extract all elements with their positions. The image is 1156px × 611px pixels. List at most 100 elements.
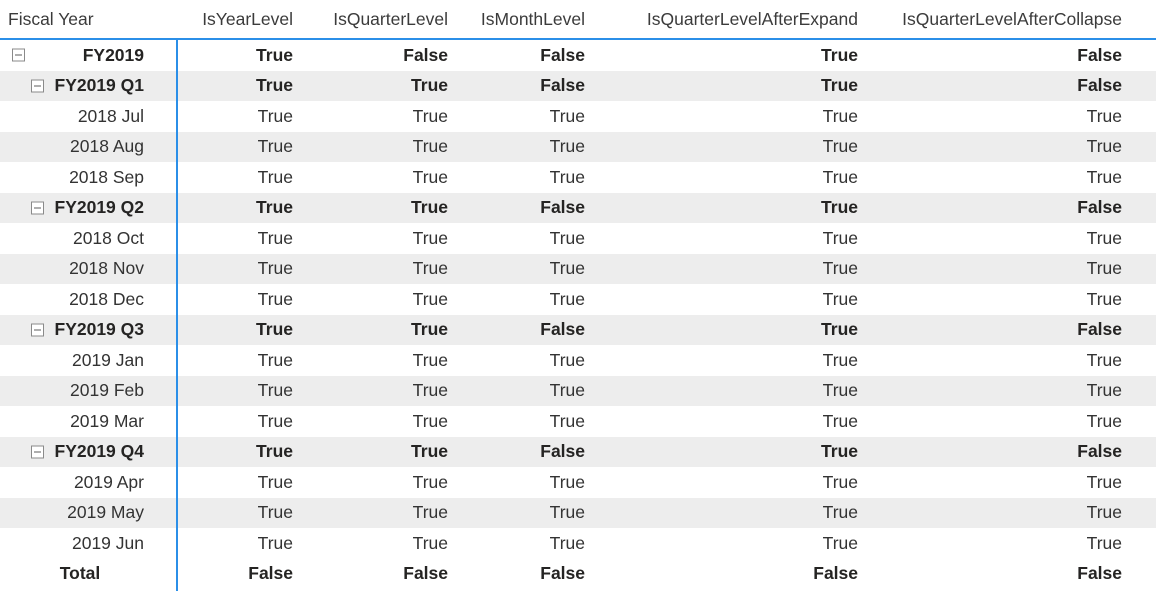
cell-is-quarter-level[interactable]: True [293,380,448,401]
column-header-is-quarter-level-after-expand[interactable]: IsQuarterLevelAfterExpand [585,9,858,30]
cell-is-year-level[interactable]: True [160,228,293,249]
cell-is-month-level[interactable]: True [448,167,585,188]
cell-is-month-level[interactable]: False [448,441,585,462]
cell-is-quarter-level[interactable]: True [293,228,448,249]
cell-is-quarter-level-after-expand[interactable]: True [585,411,858,432]
cell-is-month-level[interactable]: False [448,45,585,66]
cell-is-quarter-level-after-expand[interactable]: True [585,197,858,218]
cell-is-quarter-level-after-collapse[interactable]: True [858,289,1138,310]
row-header-cell[interactable]: FY2019 Q4 [0,441,160,462]
row-header-cell[interactable]: 2019 May [0,502,160,523]
cell-is-month-level[interactable]: False [448,563,585,584]
cell-is-month-level[interactable]: True [448,380,585,401]
cell-is-quarter-level[interactable]: False [293,45,448,66]
cell-is-month-level[interactable]: True [448,106,585,127]
cell-is-quarter-level-after-expand[interactable]: True [585,441,858,462]
row-header-cell[interactable]: 2019 Jan [0,350,160,371]
cell-is-quarter-level-after-expand[interactable]: True [585,258,858,279]
cell-is-quarter-level-after-collapse[interactable]: True [858,350,1138,371]
cell-is-quarter-level-after-collapse[interactable]: True [858,258,1138,279]
cell-is-month-level[interactable]: True [448,350,585,371]
table-row[interactable]: 2019 FebTrueTrueTrueTrueTrue [0,376,1156,407]
cell-is-month-level[interactable]: True [448,136,585,157]
cell-is-year-level[interactable]: True [160,197,293,218]
cell-is-year-level[interactable]: True [160,167,293,188]
column-header-is-month-level[interactable]: IsMonthLevel [448,9,585,30]
cell-is-quarter-level[interactable]: True [293,289,448,310]
cell-is-year-level[interactable]: True [160,45,293,66]
row-header-cell[interactable]: 2019 Mar [0,411,160,432]
cell-is-year-level[interactable]: True [160,380,293,401]
table-row[interactable]: FY2019 Q1TrueTrueFalseTrueFalse [0,71,1156,102]
cell-is-quarter-level-after-collapse[interactable]: False [858,319,1138,340]
cell-is-year-level[interactable]: True [160,533,293,554]
row-header-cell[interactable]: 2018 Dec [0,289,160,310]
cell-is-quarter-level[interactable]: True [293,441,448,462]
row-header-cell[interactable]: FY2019 Q3 [0,319,160,340]
cell-is-quarter-level-after-collapse[interactable]: True [858,380,1138,401]
table-row[interactable]: 2018 JulTrueTrueTrueTrueTrue [0,101,1156,132]
table-row[interactable]: 2019 MarTrueTrueTrueTrueTrue [0,406,1156,437]
cell-is-quarter-level-after-collapse[interactable]: False [858,441,1138,462]
cell-is-year-level[interactable]: True [160,502,293,523]
row-header-cell[interactable]: 2018 Oct [0,228,160,249]
cell-is-quarter-level[interactable]: True [293,167,448,188]
row-header-cell[interactable]: 2019 Apr [0,472,160,493]
column-header-is-quarter-level[interactable]: IsQuarterLevel [293,9,448,30]
cell-is-quarter-level-after-expand[interactable]: True [585,533,858,554]
cell-is-quarter-level-after-expand[interactable]: True [585,45,858,66]
cell-is-month-level[interactable]: True [448,411,585,432]
cell-is-quarter-level[interactable]: True [293,258,448,279]
table-row[interactable]: FY2019 Q3TrueTrueFalseTrueFalse [0,315,1156,346]
cell-is-year-level[interactable]: True [160,441,293,462]
row-header-cell[interactable]: 2018 Aug [0,136,160,157]
row-header-cell[interactable]: FY2019 Q2 [0,197,160,218]
row-header-cell[interactable]: 2018 Nov [0,258,160,279]
table-row[interactable]: FY2019TrueFalseFalseTrueFalse [0,40,1156,71]
cell-is-quarter-level-after-expand[interactable]: True [585,350,858,371]
cell-is-quarter-level-after-collapse[interactable]: True [858,472,1138,493]
cell-is-quarter-level-after-expand[interactable]: True [585,502,858,523]
cell-is-quarter-level-after-collapse[interactable]: True [858,136,1138,157]
cell-is-quarter-level[interactable]: True [293,350,448,371]
minus-box-icon[interactable] [12,49,25,62]
cell-is-quarter-level[interactable]: True [293,106,448,127]
cell-is-quarter-level-after-expand[interactable]: False [585,563,858,584]
cell-is-year-level[interactable]: True [160,411,293,432]
cell-is-year-level[interactable]: True [160,136,293,157]
cell-is-quarter-level-after-collapse[interactable]: False [858,563,1138,584]
minus-box-icon[interactable] [31,445,44,458]
cell-is-year-level[interactable]: False [160,563,293,584]
table-row[interactable]: 2019 JanTrueTrueTrueTrueTrue [0,345,1156,376]
cell-is-quarter-level[interactable]: True [293,502,448,523]
minus-box-icon[interactable] [31,323,44,336]
cell-is-quarter-level[interactable]: True [293,75,448,96]
cell-is-month-level[interactable]: False [448,75,585,96]
cell-is-month-level[interactable]: True [448,533,585,554]
cell-is-month-level[interactable]: True [448,502,585,523]
cell-is-quarter-level-after-expand[interactable]: True [585,289,858,310]
column-header-is-year-level[interactable]: IsYearLevel [160,9,293,30]
cell-is-quarter-level-after-collapse[interactable]: True [858,228,1138,249]
cell-is-year-level[interactable]: True [160,472,293,493]
cell-is-year-level[interactable]: True [160,75,293,96]
minus-box-icon[interactable] [31,79,44,92]
column-header-is-quarter-level-after-collapse[interactable]: IsQuarterLevelAfterCollapse [858,9,1138,30]
table-row[interactable]: 2018 OctTrueTrueTrueTrueTrue [0,223,1156,254]
cell-is-quarter-level-after-collapse[interactable]: False [858,197,1138,218]
row-header-cell[interactable]: FY2019 [0,45,160,66]
cell-is-quarter-level[interactable]: True [293,197,448,218]
cell-is-month-level[interactable]: True [448,472,585,493]
table-row[interactable]: 2019 AprTrueTrueTrueTrueTrue [0,467,1156,498]
table-row[interactable]: 2018 AugTrueTrueTrueTrueTrue [0,132,1156,163]
cell-is-year-level[interactable]: True [160,319,293,340]
cell-is-year-level[interactable]: True [160,106,293,127]
cell-is-year-level[interactable]: True [160,289,293,310]
cell-is-quarter-level-after-collapse[interactable]: True [858,533,1138,554]
cell-is-quarter-level-after-expand[interactable]: True [585,106,858,127]
cell-is-quarter-level-after-collapse[interactable]: False [858,45,1138,66]
cell-is-quarter-level-after-collapse[interactable]: True [858,167,1138,188]
cell-is-quarter-level-after-collapse[interactable]: False [858,75,1138,96]
cell-is-quarter-level-after-expand[interactable]: True [585,380,858,401]
table-row[interactable]: 2018 SepTrueTrueTrueTrueTrue [0,162,1156,193]
